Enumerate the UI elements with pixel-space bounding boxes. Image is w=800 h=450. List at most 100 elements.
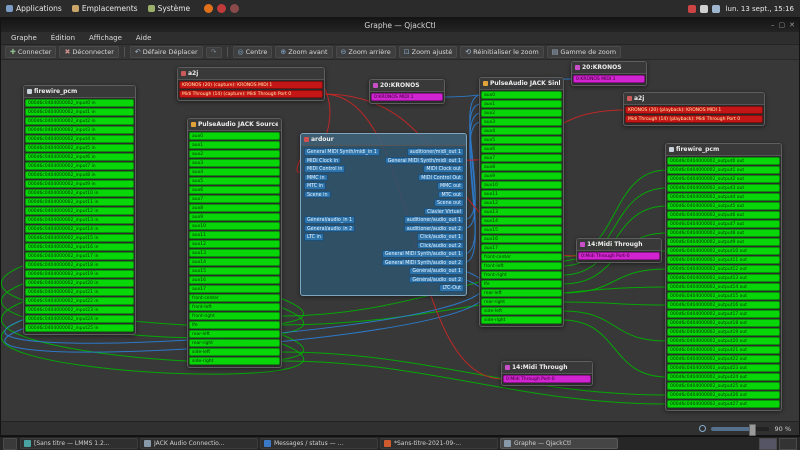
port[interactable]: Scene in xyxy=(304,191,331,199)
port[interactable]: aux12 xyxy=(189,240,280,248)
port[interactable]: 000d6c0404000002_output8 out xyxy=(667,229,780,237)
connection-wire[interactable] xyxy=(280,352,667,395)
port[interactable]: aux13 xyxy=(189,249,280,257)
port[interactable]: 000d6c0404000002_input11 in xyxy=(25,198,134,206)
port[interactable]: 000d6c0404000002_input13 in xyxy=(25,216,134,224)
port[interactable]: aux15 xyxy=(189,267,280,275)
port[interactable]: auditioner/midi_out 1 xyxy=(407,148,464,156)
port[interactable]: aux3 xyxy=(481,118,562,126)
node-header[interactable]: 20:KRONOS xyxy=(370,80,444,92)
port[interactable]: 000d6c0404000002_output18 out xyxy=(667,319,780,327)
node-header[interactable]: PulseAudio JACK Sink xyxy=(480,78,563,90)
toolbar-reinitialiser-le-zoom[interactable]: ⟲Réinitialiser le zoom xyxy=(460,46,543,58)
port[interactable]: aux7 xyxy=(189,195,280,203)
port[interactable]: lfe xyxy=(481,280,562,288)
show-desktop-button[interactable] xyxy=(3,438,17,450)
port[interactable]: 000d6c0404000002_input6 in xyxy=(25,153,134,161)
port[interactable]: 000d6c0404000002_output21 out xyxy=(667,346,780,354)
node-firewire-pcm-fwR[interactable]: firewire_pcm000d6c0404000002_output0 out… xyxy=(665,143,782,411)
port[interactable]: 000d6c0404000002_output5 out xyxy=(667,202,780,210)
port[interactable]: aux16 xyxy=(189,276,280,284)
port[interactable]: 000d6c0404000002_input15 in xyxy=(25,234,134,242)
port[interactable]: KRONOS (20) (capture): KRONOS MIDI 1 xyxy=(179,81,323,89)
port[interactable]: MTC out xyxy=(438,191,464,199)
port[interactable]: side-left xyxy=(481,307,562,315)
node-pulseaudio-jack-source-paSrc[interactable]: PulseAudio JACK Sourceaux0aux1aux2aux3au… xyxy=(187,118,282,368)
network-icon[interactable] xyxy=(712,5,720,13)
port[interactable]: aux10 xyxy=(481,181,562,189)
taskbar-item-sans-titre-lmms-1-2[interactable]: [Sans titre — LMMS 1.2... xyxy=(20,438,138,449)
connection-wire[interactable] xyxy=(562,302,667,305)
port[interactable]: rear-left xyxy=(189,330,280,338)
port[interactable]: aux0 xyxy=(481,91,562,99)
node-20-kronos-kronC[interactable]: 20:KRONOS0:KRONOS MIDI 1 xyxy=(369,79,445,104)
port[interactable]: 000d6c0404000002_input24 in xyxy=(25,315,134,323)
port[interactable]: MMC out xyxy=(437,182,464,190)
port[interactable]: 000d6c0404000002_output4 out xyxy=(667,193,780,201)
toolbar-redo[interactable]: ↷ xyxy=(206,47,222,58)
port[interactable]: Général/audio_in 1 xyxy=(304,216,355,224)
port[interactable]: front-left xyxy=(481,262,562,270)
panel-menu-systeme[interactable]: Système xyxy=(148,4,191,13)
port[interactable]: 000d6c0404000002_output15 out xyxy=(667,292,780,300)
port[interactable]: 000d6c0404000002_output3 out xyxy=(667,184,780,192)
workspace-2[interactable] xyxy=(779,438,797,450)
port[interactable]: auditioner/audio_out 2 xyxy=(404,225,464,233)
port[interactable]: Général/audio_out 2 xyxy=(409,276,464,284)
graph-canvas[interactable]: firewire_pcm000d6c0404000002_input0 in00… xyxy=(1,60,799,421)
port[interactable]: aux5 xyxy=(481,136,562,144)
port[interactable]: 000d6c0404000002_input22 in xyxy=(25,297,134,305)
toolbar-deconnecter[interactable]: ✖Déconnecter xyxy=(59,46,118,58)
port[interactable]: 000d6c0404000002_input21 in xyxy=(25,288,134,296)
port[interactable]: 000d6c0404000002_output22 out xyxy=(667,355,780,363)
port[interactable]: 000d6c0404000002_input23 in xyxy=(25,306,134,314)
port[interactable]: 000d6c0404000002_output24 out xyxy=(667,373,780,381)
port[interactable]: MMC in xyxy=(304,174,328,182)
port[interactable]: 000d6c0404000002_output16 out xyxy=(667,301,780,309)
port[interactable]: aux15 xyxy=(481,226,562,234)
port[interactable]: 000d6c0404000002_input2 in xyxy=(25,117,134,125)
port[interactable]: aux9 xyxy=(189,213,280,221)
node-20-kronos-kronR[interactable]: 20:KRONOS0:KRONOS MIDI 1 xyxy=(571,61,647,86)
port[interactable]: 0:KRONOS MIDI 1 xyxy=(371,93,443,101)
node-header[interactable]: PulseAudio JACK Source xyxy=(188,119,281,131)
port[interactable]: LTC in xyxy=(304,233,324,241)
port[interactable]: 000d6c0404000002_input4 in xyxy=(25,135,134,143)
port[interactable]: Scene out xyxy=(434,199,464,207)
port[interactable]: Général/audio_out 1 xyxy=(409,267,464,275)
port[interactable]: side-right xyxy=(481,316,562,324)
clock[interactable]: lun. 13 sept., 15:16 xyxy=(726,5,794,13)
zoom-slider-handle[interactable] xyxy=(749,424,756,436)
port[interactable]: 0:KRONOS MIDI 1 xyxy=(573,75,645,83)
node-header[interactable]: a2j xyxy=(624,93,764,105)
port[interactable]: aux1 xyxy=(481,100,562,108)
port[interactable]: 000d6c0404000002_input3 in xyxy=(25,126,134,134)
port[interactable]: 000d6c0404000002_input12 in xyxy=(25,207,134,215)
port[interactable]: KRONOS (20) (playback): KRONOS MIDI 1 xyxy=(625,106,763,114)
port[interactable]: 000d6c0404000002_output19 out xyxy=(667,328,780,336)
port[interactable]: Midi Through (14) (capture): Midi Throug… xyxy=(179,90,323,98)
port[interactable]: 000d6c0404000002_output20 out xyxy=(667,337,780,345)
port[interactable]: 000d6c0404000002_output7 out xyxy=(667,220,780,228)
port[interactable]: 000d6c0404000002_input1 in xyxy=(25,108,134,116)
port[interactable]: aux17 xyxy=(481,244,562,252)
port[interactable]: 000d6c0404000002_input19 in xyxy=(25,270,134,278)
port[interactable]: aux2 xyxy=(189,150,280,158)
close-button[interactable]: ✕ xyxy=(789,19,795,32)
volume-icon[interactable] xyxy=(700,5,708,13)
port[interactable]: Click/audio_out 1 xyxy=(417,233,464,241)
port[interactable]: front-right xyxy=(189,312,280,320)
titlebar[interactable]: Graphe — QjackCtl –▢✕ xyxy=(1,19,799,32)
port[interactable]: Click/audio_out 2 xyxy=(417,242,464,250)
port[interactable]: General MIDI Synth/midi_in 1 xyxy=(304,148,380,156)
node-14-midi-through-mtR[interactable]: 14:Midi Through0:Midi Through Port-0 xyxy=(576,238,662,263)
port[interactable]: Général/audio_in 2 xyxy=(304,225,355,233)
port[interactable]: aux13 xyxy=(481,208,562,216)
maximize-button[interactable]: ▢ xyxy=(779,19,786,32)
port[interactable]: 000d6c0404000002_input9 in xyxy=(25,180,134,188)
port[interactable]: aux14 xyxy=(481,217,562,225)
port[interactable]: 000d6c0404000002_input20 in xyxy=(25,279,134,287)
port[interactable]: MIDI Clock out xyxy=(423,165,464,173)
port[interactable]: General MIDI Synth/audio_out 2 xyxy=(382,259,464,267)
port[interactable]: aux8 xyxy=(481,163,562,171)
